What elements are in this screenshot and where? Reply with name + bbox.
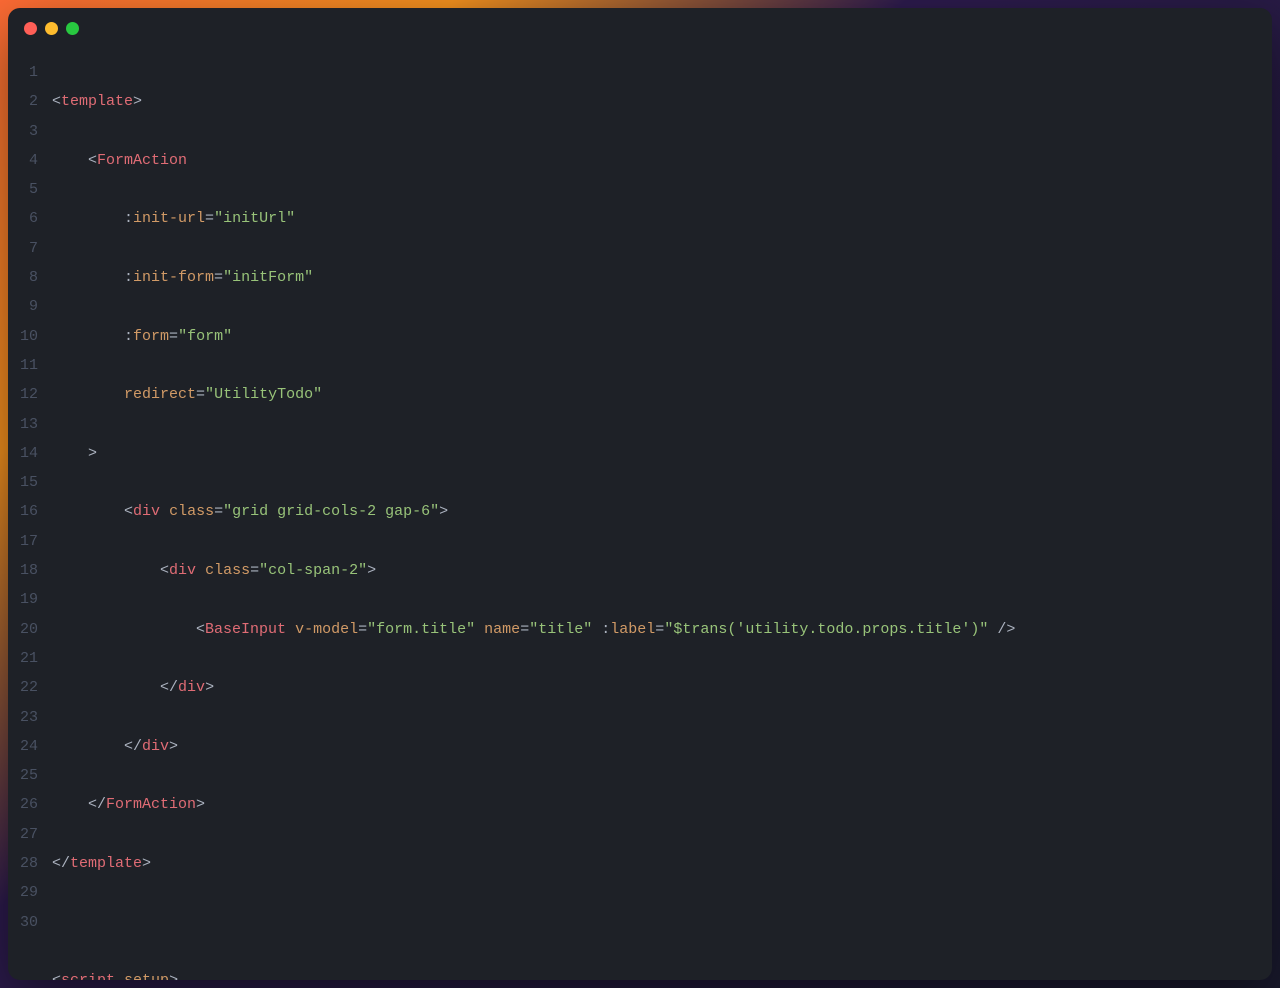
code-line: :init-form="initForm"	[52, 263, 1272, 292]
code-editor[interactable]: 1234567891011121314151617181920212223242…	[8, 48, 1272, 980]
line-number: 5	[8, 175, 38, 204]
line-number: 28	[8, 849, 38, 878]
line-number: 26	[8, 790, 38, 819]
line-number: 15	[8, 468, 38, 497]
line-number: 19	[8, 585, 38, 614]
line-number: 18	[8, 556, 38, 585]
code-line: </FormAction>	[52, 790, 1272, 819]
line-number-gutter: 1234567891011121314151617181920212223242…	[8, 58, 52, 980]
line-number: 16	[8, 497, 38, 526]
line-number: 13	[8, 410, 38, 439]
line-number: 11	[8, 351, 38, 380]
line-number: 29	[8, 878, 38, 907]
code-line: :form="form"	[52, 322, 1272, 351]
maximize-icon[interactable]	[66, 22, 79, 35]
line-number: 8	[8, 263, 38, 292]
minimize-icon[interactable]	[45, 22, 58, 35]
line-number: 17	[8, 527, 38, 556]
line-number: 20	[8, 615, 38, 644]
line-number: 22	[8, 673, 38, 702]
code-line: </template>	[52, 849, 1272, 878]
code-content[interactable]: <template> <FormAction :init-url="initUr…	[52, 58, 1272, 980]
code-line: <script setup>	[52, 966, 1272, 980]
code-line: <template>	[52, 87, 1272, 116]
line-number: 14	[8, 439, 38, 468]
line-number: 21	[8, 644, 38, 673]
line-number: 25	[8, 761, 38, 790]
code-line	[52, 908, 1272, 937]
close-icon[interactable]	[24, 22, 37, 35]
code-line: </div>	[52, 732, 1272, 761]
code-line: >	[52, 439, 1272, 468]
code-line: <FormAction	[52, 146, 1272, 175]
code-line: redirect="UtilityTodo"	[52, 380, 1272, 409]
code-line: <BaseInput v-model="form.title" name="ti…	[52, 615, 1272, 644]
line-number: 2	[8, 87, 38, 116]
line-number: 27	[8, 820, 38, 849]
line-number: 7	[8, 234, 38, 263]
line-number: 1	[8, 58, 38, 87]
window-titlebar	[8, 8, 1272, 48]
line-number: 23	[8, 703, 38, 732]
code-line: <div class="col-span-2">	[52, 556, 1272, 585]
line-number: 6	[8, 204, 38, 233]
code-line: </div>	[52, 673, 1272, 702]
code-line: :init-url="initUrl"	[52, 204, 1272, 233]
code-line: <div class="grid grid-cols-2 gap-6">	[52, 497, 1272, 526]
line-number: 24	[8, 732, 38, 761]
editor-window: 1234567891011121314151617181920212223242…	[8, 8, 1272, 980]
line-number: 30	[8, 908, 38, 937]
line-number: 9	[8, 292, 38, 321]
line-number: 4	[8, 146, 38, 175]
line-number: 3	[8, 117, 38, 146]
line-number: 12	[8, 380, 38, 409]
line-number: 10	[8, 322, 38, 351]
